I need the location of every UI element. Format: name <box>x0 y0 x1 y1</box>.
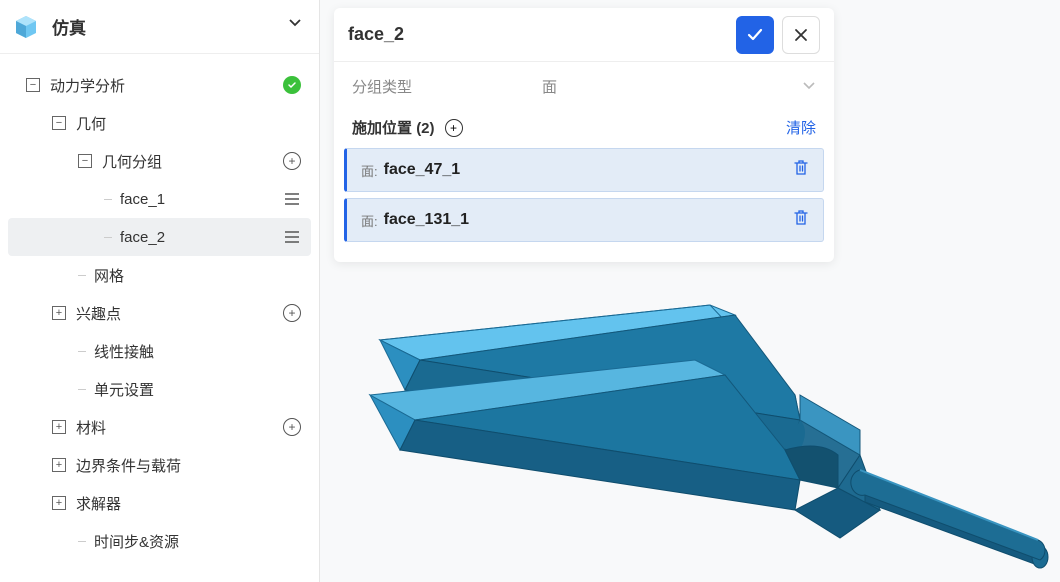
tree-node-timestep[interactable]: 时间步&资源 <box>8 522 311 560</box>
list-item-prefix: 面: <box>361 161 378 180</box>
tree-tick-icon <box>78 389 86 390</box>
tree-tick-icon <box>104 199 112 200</box>
add-icon[interactable]: + <box>281 302 303 324</box>
tree-node-face-1[interactable]: face_1 <box>8 180 311 218</box>
tree-node-face-2[interactable]: face_2 <box>8 218 311 256</box>
tree-node-linear-contact[interactable]: 线性接触 <box>8 332 311 370</box>
position-list: 面: face_47_1 面: face_131_1 <box>334 148 834 262</box>
menu-icon[interactable] <box>281 188 303 210</box>
tree-node-solver[interactable]: + 求解器 <box>8 484 311 522</box>
delete-icon[interactable] <box>793 209 809 231</box>
group-type-value: 面 <box>542 76 802 97</box>
tree-node-geometry[interactable]: − 几何 <box>8 104 311 142</box>
list-item-name: face_47_1 <box>384 161 793 179</box>
delete-icon[interactable] <box>793 159 809 181</box>
panel-header: face_2 <box>334 8 834 62</box>
tree-node-bc-load[interactable]: + 边界条件与载荷 <box>8 446 311 484</box>
tree-tick-icon <box>78 275 86 276</box>
confirm-button[interactable] <box>736 16 774 54</box>
add-position-button[interactable]: + <box>445 119 463 137</box>
group-type-row[interactable]: 分组类型 面 <box>334 62 834 107</box>
tree-node-poi[interactable]: + 兴趣点 + <box>8 294 311 332</box>
dropdown-icon[interactable] <box>289 14 301 32</box>
expand-icon[interactable]: + <box>52 458 66 472</box>
collapse-icon[interactable]: − <box>78 154 92 168</box>
tree-node-geometry-group[interactable]: − 几何分组 + <box>8 142 311 180</box>
tuning-fork-model[interactable] <box>340 300 1060 580</box>
tree-node-material[interactable]: + 材料 + <box>8 408 311 446</box>
chevron-down-icon[interactable] <box>802 78 816 96</box>
sidebar: 仿真 − 动力学分析 − 几何 − 几何分组 + <box>0 0 320 582</box>
menu-icon[interactable] <box>281 226 303 248</box>
collapse-icon[interactable]: − <box>26 78 40 92</box>
position-list-header: 施加位置 (2) + 清除 <box>334 107 834 148</box>
tree: − 动力学分析 − 几何 − 几何分组 + face_1 <box>0 54 319 572</box>
cube-icon <box>12 13 40 41</box>
property-panel: face_2 分组类型 面 施加位置 (2) + 清除 面 <box>334 8 834 262</box>
position-list-title: 施加位置 (2) <box>352 117 435 138</box>
tree-node-mesh[interactable]: 网格 <box>8 256 311 294</box>
list-item[interactable]: 面: face_131_1 <box>344 198 824 242</box>
clear-button[interactable]: 清除 <box>786 117 816 138</box>
sidebar-title: 仿真 <box>52 14 86 39</box>
tree-node-unit-settings[interactable]: 单元设置 <box>8 370 311 408</box>
expand-icon[interactable]: + <box>52 420 66 434</box>
collapse-icon[interactable]: − <box>52 116 66 130</box>
status-success-icon <box>281 74 303 96</box>
group-type-label: 分组类型 <box>352 76 542 97</box>
tree-tick-icon <box>104 237 112 238</box>
list-item-prefix: 面: <box>361 211 378 230</box>
tree-tick-icon <box>78 541 86 542</box>
list-item-name: face_131_1 <box>384 211 793 229</box>
tree-node-dynamics[interactable]: − 动力学分析 <box>8 66 311 104</box>
add-icon[interactable]: + <box>281 150 303 172</box>
viewport[interactable]: face_2 分组类型 面 施加位置 (2) + 清除 面 <box>320 0 1060 582</box>
add-icon[interactable]: + <box>281 416 303 438</box>
tree-tick-icon <box>78 351 86 352</box>
panel-title: face_2 <box>348 24 728 45</box>
expand-icon[interactable]: + <box>52 496 66 510</box>
list-item[interactable]: 面: face_47_1 <box>344 148 824 192</box>
sidebar-header: 仿真 <box>0 0 319 54</box>
close-button[interactable] <box>782 16 820 54</box>
expand-icon[interactable]: + <box>52 306 66 320</box>
